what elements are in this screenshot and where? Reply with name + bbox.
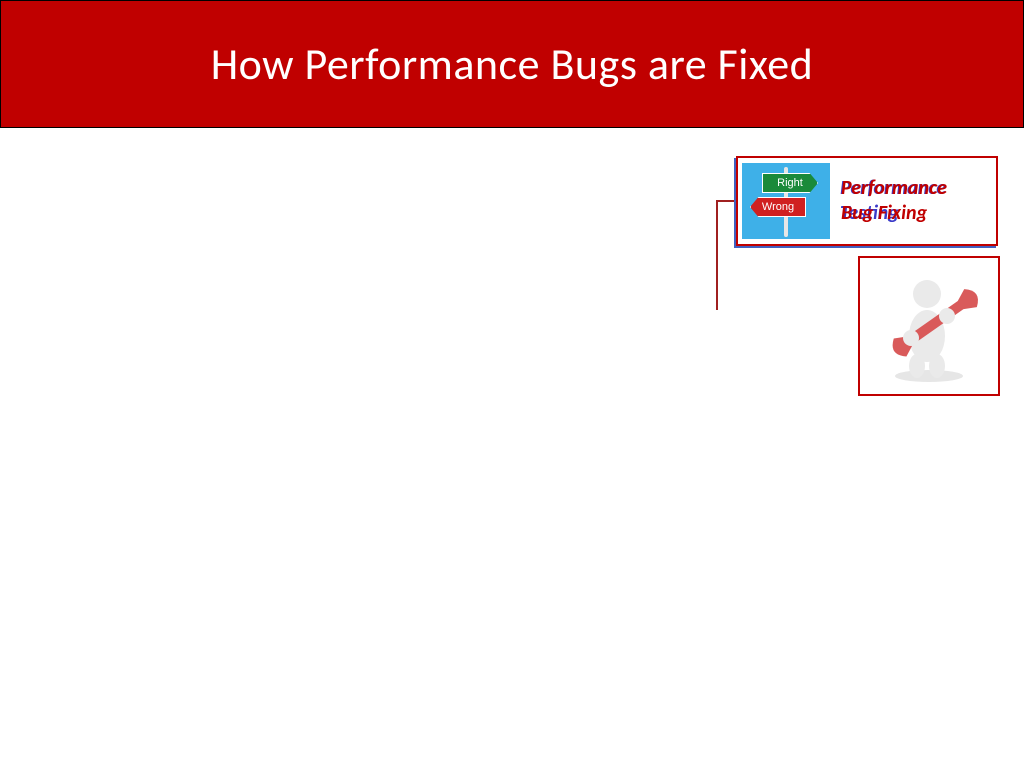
layer2-line2: Bug Fixing bbox=[841, 201, 927, 225]
sign-wrong: Wrong bbox=[750, 197, 806, 217]
title-bar: How Performance Bugs are Fixed bbox=[0, 0, 1024, 128]
wrench-figure-icon bbox=[869, 266, 989, 386]
card-text-layer-red: Performance Bug Fixing bbox=[841, 176, 947, 226]
figure-card bbox=[858, 256, 1000, 396]
card-text-stack: Performance Testing Performance Bug Fixi… bbox=[836, 162, 992, 240]
performance-card: Right Wrong Performance Testing Performa… bbox=[736, 156, 998, 246]
sign-right: Right bbox=[762, 173, 818, 193]
slide-title: How Performance Bugs are Fixed bbox=[211, 37, 814, 91]
layer2-line1: Performance bbox=[841, 176, 947, 200]
signpost-icon: Right Wrong bbox=[742, 163, 830, 239]
